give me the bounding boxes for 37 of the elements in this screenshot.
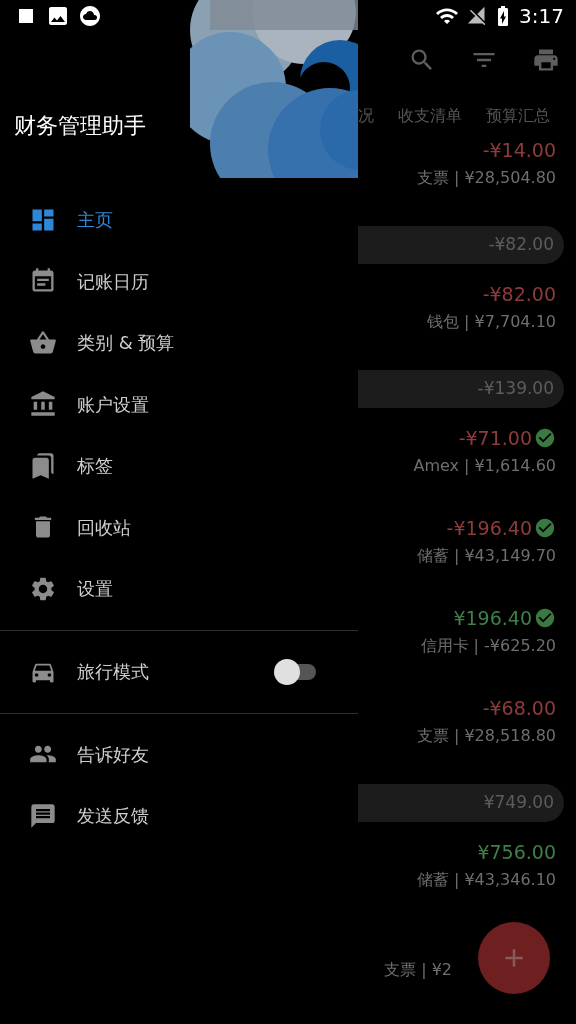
amount: -¥68.00 — [482, 695, 556, 721]
drawer-menu-item[interactable]: 发送反馈 — [0, 785, 358, 847]
drawer-menu-item[interactable]: 记账日历 — [0, 250, 358, 312]
account-balance: 储蓄 | ¥43,149.70 — [416, 545, 556, 567]
amount: -¥82.00 — [482, 281, 556, 307]
drawer-menu-item[interactable]: 设置 — [0, 558, 358, 620]
no-signal-icon — [467, 6, 488, 26]
travel-mode-row[interactable]: 旅行模式 — [0, 630, 358, 713]
drawer-menu-item[interactable]: 告诉好友 — [0, 723, 358, 785]
day-total-bar: ¥749.00 — [358, 784, 564, 822]
app-title: 财务管理助手 — [14, 112, 146, 140]
drawer-menu-item[interactable]: 账户设置 — [0, 373, 358, 435]
account-balance: 支票 | ¥28,504.80 — [416, 167, 556, 189]
drawer-menu-item[interactable]: 回收站 — [0, 496, 358, 558]
account-balance: 储蓄 | ¥43,346.10 — [416, 869, 556, 891]
amount: ¥756.00 — [477, 839, 556, 865]
day-total-bar: -¥82.00 — [358, 226, 564, 264]
account-balance: 钱包 | ¥7,704.10 — [427, 311, 556, 333]
basket-icon — [29, 328, 57, 357]
image-icon — [46, 4, 70, 28]
amount: -¥14.00 — [482, 137, 556, 163]
account-balance: Amex | ¥1,614.60 — [413, 455, 556, 477]
account-balance: 支票 | ¥28,518.80 — [416, 725, 556, 747]
amount: -¥196.40 — [446, 515, 532, 541]
account-balance: 信用卡 | -¥625.20 — [420, 635, 556, 657]
day-total-bar: -¥139.00 — [358, 370, 564, 408]
clock-time: 3:17 — [519, 3, 564, 30]
cloud-icon — [78, 4, 102, 28]
drawer-menu-item[interactable]: 标签 — [0, 435, 358, 497]
drawer-menu-item[interactable]: 主页 — [0, 189, 358, 251]
amount: -¥71.00 — [458, 425, 532, 451]
bank-icon — [29, 390, 57, 419]
amount: ¥196.40 — [453, 605, 532, 631]
drawer-menu-item[interactable]: 类别 & 预算 — [0, 312, 358, 374]
account-balance: 支票 | ¥2 — [384, 959, 452, 981]
travel-mode-switch[interactable] — [274, 658, 318, 685]
message-icon — [29, 801, 57, 830]
